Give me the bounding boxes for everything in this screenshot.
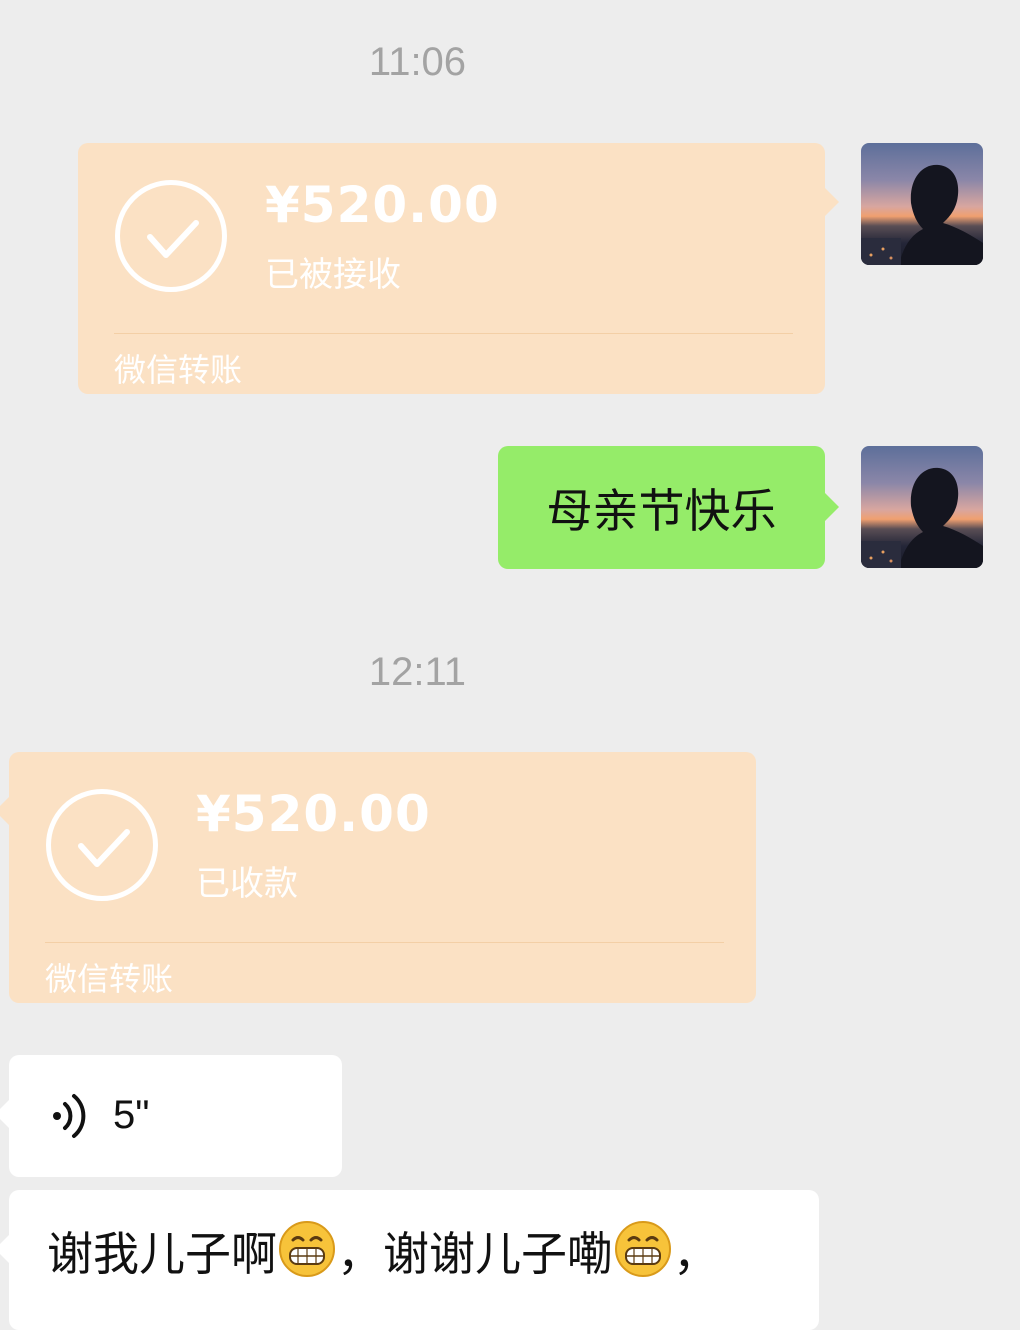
transfer-label: 微信转账 <box>45 960 174 998</box>
check-circle-icon <box>46 789 158 901</box>
transfer-message-sent[interactable]: ¥520.00 已被接收 微信转账 <box>78 143 839 394</box>
received-text-message[interactable]: 谢我儿子啊 ，谢谢儿子嘞 ， <box>0 1190 819 1330</box>
transfer-label: 微信转账 <box>114 351 243 389</box>
transfer-amount: ¥520.00 <box>265 176 500 234</box>
message-text: 母亲节快乐 <box>546 483 777 538</box>
avatar[interactable] <box>861 446 983 568</box>
bubble-tail <box>825 188 839 216</box>
check-circle-icon <box>115 180 227 292</box>
bubble-tail <box>0 1235 9 1263</box>
divider <box>45 942 724 943</box>
transfer-status: 已被接收 <box>265 255 401 295</box>
transfer-message-received[interactable]: ¥520.00 已收款 微信转账 <box>0 752 756 1003</box>
person-silhouette-icon <box>861 467 983 568</box>
grinning-face-icon <box>279 1221 335 1277</box>
message-text-segment: 谢我儿子啊 <box>47 1227 277 1281</box>
voice-message[interactable]: 5" <box>0 1055 342 1177</box>
message-text: 谢我儿子啊 ，谢谢儿子嘞 ， <box>47 1218 719 1284</box>
transfer-status: 已收款 <box>196 864 298 904</box>
bubble-tail <box>825 493 839 521</box>
divider <box>114 333 793 334</box>
transfer-amount: ¥520.00 <box>196 785 431 843</box>
grinning-face-icon <box>615 1221 671 1277</box>
bubble-tail <box>0 797 9 825</box>
sent-text-message[interactable]: 母亲节快乐 <box>498 446 839 569</box>
message-text-segment: ， <box>673 1227 719 1281</box>
timestamp: 11:06 <box>368 40 467 84</box>
timestamp: 12:11 <box>368 650 467 694</box>
voice-wave-icon <box>53 1094 86 1138</box>
voice-duration: 5" <box>113 1093 150 1137</box>
bubble-tail <box>0 1100 9 1128</box>
message-text-segment: ，谢谢儿子嘞 <box>337 1227 613 1281</box>
avatar[interactable] <box>861 143 983 265</box>
person-silhouette-icon <box>861 164 983 265</box>
